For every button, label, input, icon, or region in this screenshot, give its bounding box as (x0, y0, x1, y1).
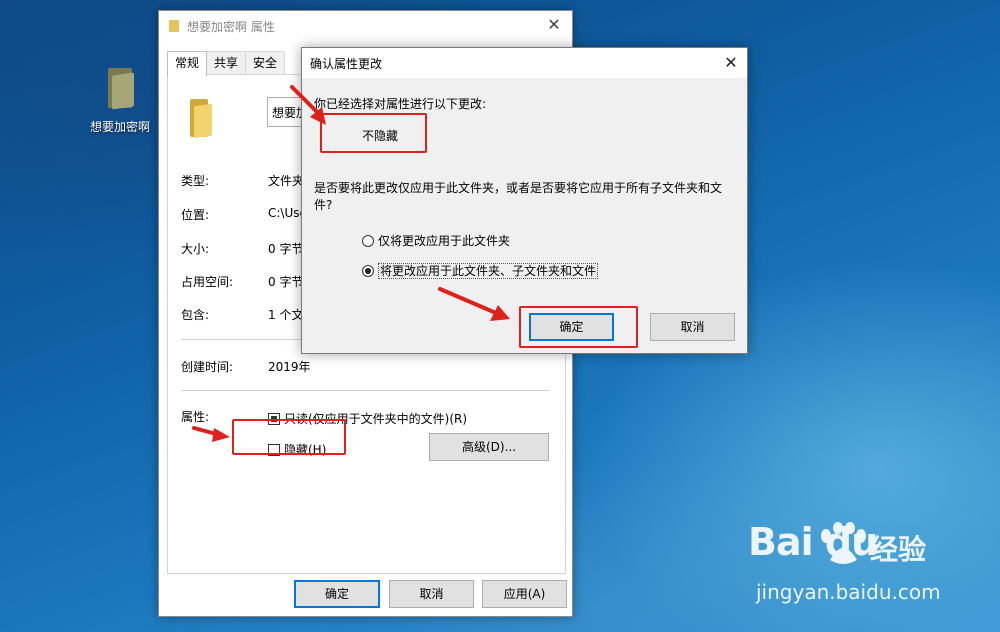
tab-sharing[interactable]: 共享 (206, 51, 247, 75)
properties-titlebar[interactable]: 想要加密啊 属性 (159, 11, 572, 41)
radio-all-subfolders-label: 将更改应用于此文件夹、子文件夹和文件 (378, 263, 599, 279)
size-value: 0 字节 (268, 242, 304, 256)
dialog-question: 是否要将此更改仅应用于此文件夹，或者是否要将它应用于所有子文件夹和文 (314, 181, 723, 195)
contains-value: 1 个文 (268, 308, 304, 322)
desktop-folder-icon[interactable]: 想要加密啊 (88, 68, 152, 135)
created-label: 创建时间: (181, 360, 234, 374)
created-value: 2019年 (268, 360, 311, 374)
properties-tabs: 常规 共享 安全 (167, 51, 286, 76)
radio-unselected-icon (362, 235, 374, 247)
dialog-title: 确认属性更改 (310, 56, 383, 71)
close-icon[interactable]: ✕ (544, 15, 564, 35)
type-value: 文件夹 (268, 174, 305, 188)
contains-label: 包含: (181, 308, 210, 322)
attributes-label: 属性: (181, 410, 210, 424)
cancel-button[interactable]: 取消 (389, 580, 474, 608)
size-label: 大小: (181, 242, 210, 256)
paw-icon (821, 522, 866, 564)
properties-title: 想要加密啊 属性 (187, 19, 275, 34)
folder-icon (106, 68, 134, 110)
folder-icon (190, 99, 212, 139)
watermark-cn: 经验 (870, 533, 927, 566)
folder-icon (169, 20, 179, 32)
disk-size-label: 占用空间: (181, 275, 234, 289)
dialog-intro: 你已经选择对属性进行以下更改: (314, 97, 487, 111)
location-label: 位置: (181, 208, 210, 222)
highlight-change-summary (320, 113, 427, 153)
annotation-arrow-icon (192, 426, 230, 442)
dialog-cancel-button[interactable]: 取消 (650, 313, 735, 341)
annotation-arrow-icon (438, 287, 510, 321)
close-icon[interactable]: ✕ (721, 53, 741, 73)
desktop-icon-label: 想要加密啊 (89, 120, 150, 134)
divider (181, 390, 550, 391)
tab-security[interactable]: 安全 (245, 51, 286, 75)
annotation-arrow-icon (290, 85, 326, 125)
radio-all-subfolders[interactable]: 将更改应用于此文件夹、子文件夹和文件 (362, 262, 599, 279)
dialog-question-cont: 件? (314, 198, 333, 212)
type-label: 类型: (181, 174, 210, 188)
highlight-hidden-checkbox (232, 419, 346, 455)
apply-button[interactable]: 应用(A) (482, 580, 567, 608)
tab-general[interactable]: 常规 (167, 51, 208, 76)
radio-selected-icon (362, 265, 374, 277)
dialog-titlebar[interactable]: 确认属性更改 (302, 48, 747, 78)
highlight-dialog-ok (519, 306, 638, 348)
baidu-watermark: Bai du 经验 jingyan.baidu.com (748, 520, 948, 610)
ok-button[interactable]: 确定 (294, 580, 380, 608)
radio-this-folder[interactable]: 仅将更改应用于此文件夹 (362, 232, 510, 249)
watermark-url: jingyan.baidu.com (756, 580, 941, 604)
advanced-button[interactable]: 高级(D)... (429, 433, 549, 461)
radio-this-folder-label: 仅将更改应用于此文件夹 (378, 234, 511, 248)
disk-size-value: 0 字节 (268, 275, 304, 289)
